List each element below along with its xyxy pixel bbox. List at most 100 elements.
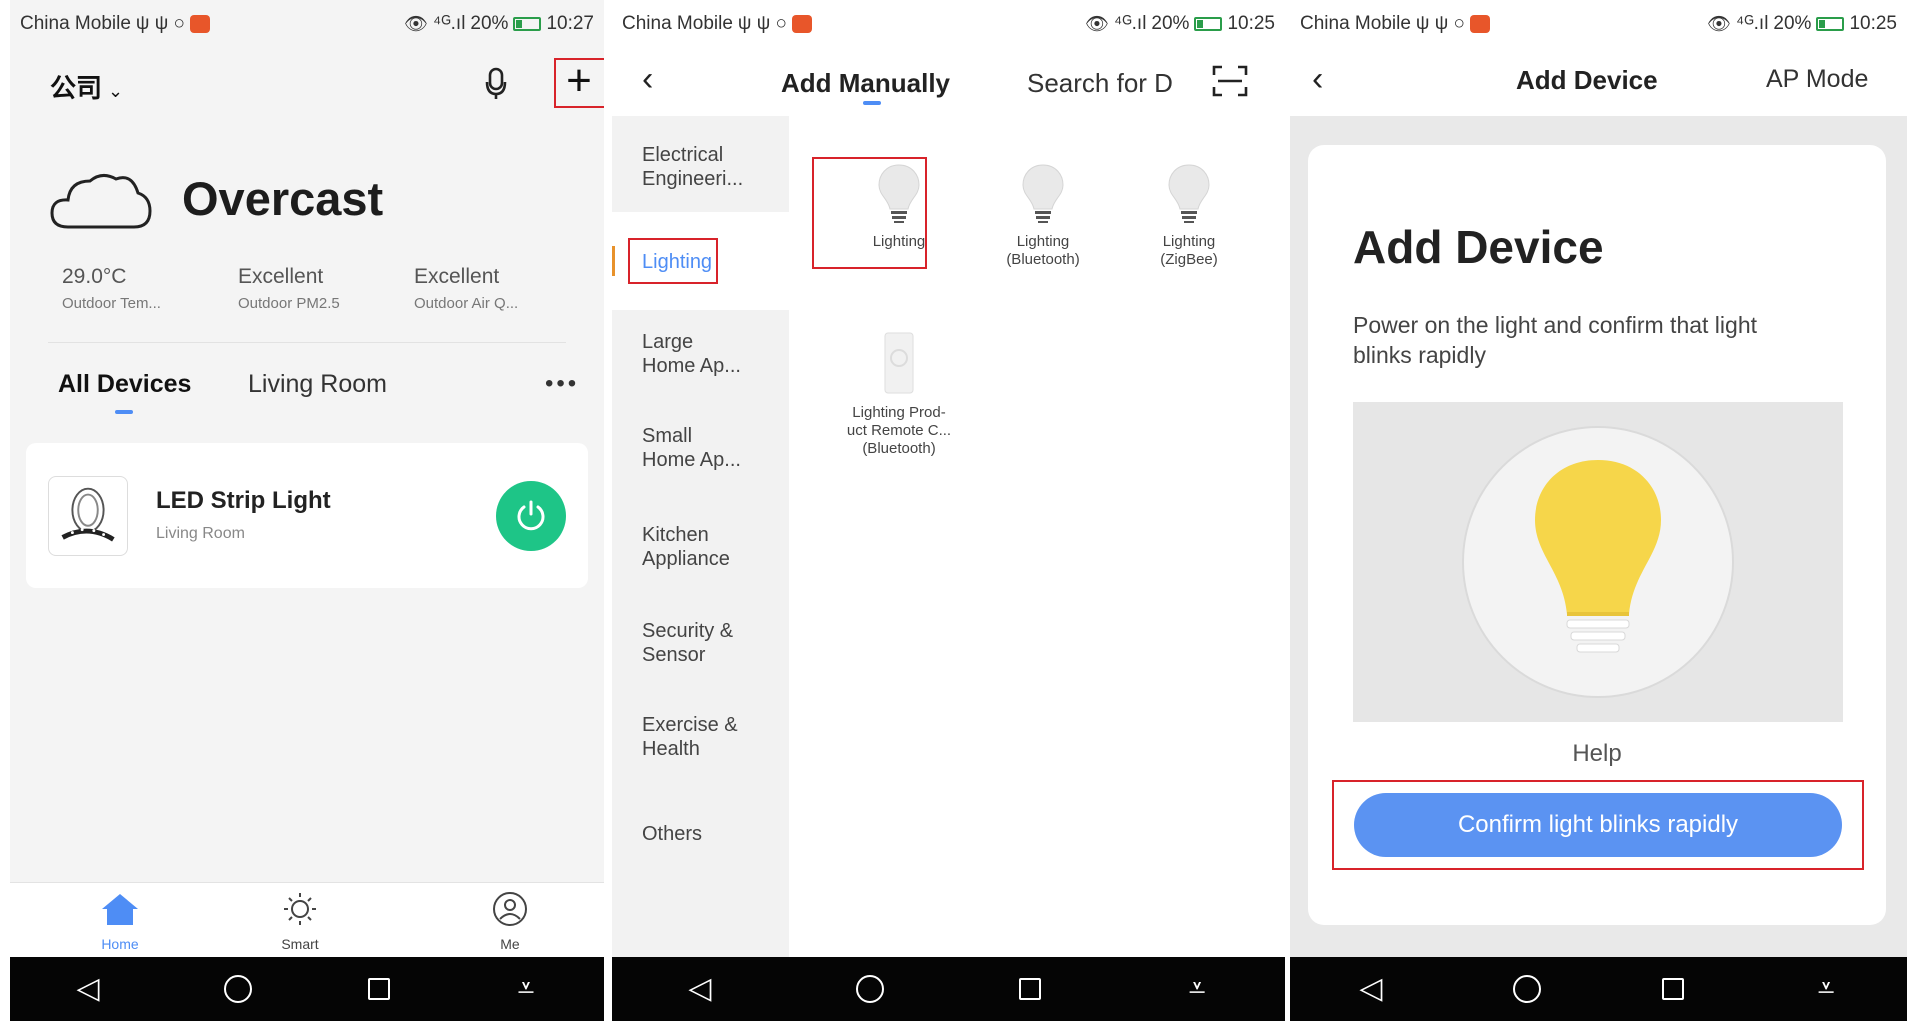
battery-percent: 20%	[470, 13, 509, 34]
power-button[interactable]	[496, 481, 566, 551]
stat-label: Outdoor Air Q...	[414, 295, 519, 312]
back-arrow-icon[interactable]: ‹	[642, 62, 653, 96]
home-header: 公司 ⌄ +	[10, 48, 604, 120]
clock: 10:25	[1849, 13, 1897, 34]
status-bar: China Mobile ψ ψ ○ 👁 ⁴ᴳ.ıl 20% 10:25	[1290, 0, 1907, 48]
system-nav-bar: ◁ ⩡	[612, 957, 1285, 1021]
highlight-box	[1332, 780, 1864, 870]
device-card[interactable]: LED Strip Light Living Room	[26, 443, 588, 588]
app-notification-icon	[792, 15, 813, 33]
system-nav-bar: ◁ ⩡	[1290, 957, 1907, 1021]
eye-icon: 👁	[1084, 14, 1110, 35]
bottom-tab-me[interactable]: Me	[450, 891, 570, 952]
back-triangle-icon[interactable]: ◁	[1351, 974, 1391, 1004]
bottom-tab-label: Home	[101, 936, 139, 952]
home-circle-icon[interactable]	[855, 975, 884, 1003]
product-label: Lighting Prod-	[852, 404, 946, 421]
eye-icon: 👁	[403, 14, 429, 35]
product-label: (ZigBee)	[1160, 251, 1218, 268]
battery-icon	[513, 17, 542, 31]
back-arrow-icon[interactable]: ‹	[1312, 62, 1323, 96]
category-others[interactable]: Others	[642, 822, 702, 846]
category-line: Kitchen	[642, 524, 709, 546]
home-circle-icon[interactable]	[224, 975, 252, 1003]
recents-square-icon[interactable]	[1662, 978, 1685, 1000]
home-icon	[102, 894, 138, 925]
home-name: 公司	[50, 73, 103, 103]
chevron-down-icon: ⌄	[108, 81, 124, 101]
weather-condition: Overcast	[182, 172, 384, 225]
category-line: Sensor	[642, 644, 706, 666]
category-line: Security &	[642, 620, 734, 642]
battery-icon	[1816, 17, 1845, 31]
ap-mode-link[interactable]: AP Mode	[1766, 65, 1868, 94]
product-label: (Bluetooth)	[862, 440, 936, 457]
back-triangle-icon[interactable]: ◁	[68, 974, 108, 1004]
product-label: (Bluetooth)	[1006, 251, 1080, 268]
signal-icon: ⁴ᴳ.ıl	[433, 13, 466, 34]
signal-icon: ⁴ᴳ.ıl	[1736, 13, 1769, 34]
bulb-icon	[1462, 426, 1734, 698]
battery-percent: 20%	[1773, 13, 1812, 34]
status-extra-icons: ψ ψ ○	[1415, 13, 1466, 34]
microphone-icon[interactable]	[485, 67, 507, 101]
system-nav-bar: ◁ ⩡	[10, 957, 604, 1021]
notification-pull-icon[interactable]: ⩡	[1806, 974, 1846, 1004]
category-line: Appliance	[642, 548, 730, 570]
clock: 10:27	[546, 13, 594, 34]
home-selector[interactable]: 公司 ⌄	[50, 68, 123, 105]
back-triangle-icon[interactable]: ◁	[680, 974, 720, 1004]
product-label: Lighting	[1162, 233, 1216, 250]
stat-label: Outdoor PM2.5	[238, 295, 340, 312]
category-electrical[interactable]: Electrical Engineeri...	[642, 143, 743, 191]
bottom-tab-home[interactable]: Home	[60, 891, 180, 952]
screen-add-manually: China Mobile ψ ψ ○ 👁 ⁴ᴳ.ıl 20% 10:25 ‹ A…	[612, 0, 1285, 1021]
bottom-tab-smart[interactable]: Smart	[240, 891, 360, 952]
category-line: Health	[642, 738, 700, 760]
product-lighting-bluetooth[interactable]: Lighting (Bluetooth)	[978, 163, 1108, 269]
category-line: Small	[642, 425, 693, 447]
category-line: Home Ap...	[642, 449, 741, 471]
device-name: LED Strip Light	[156, 487, 331, 514]
category-large-home[interactable]: Large Home Ap...	[642, 330, 741, 378]
sun-icon	[284, 893, 316, 925]
power-icon	[517, 500, 545, 531]
device-room: Living Room	[156, 525, 245, 542]
remote-control-icon	[884, 332, 914, 394]
category-exercise[interactable]: Exercise & Health	[642, 713, 738, 761]
led-strip-icon	[48, 476, 128, 556]
category-line: Exercise &	[642, 714, 738, 736]
category-security[interactable]: Security & Sensor	[642, 619, 733, 667]
search-tab[interactable]: Search for D	[1027, 68, 1173, 99]
home-circle-icon[interactable]	[1512, 975, 1541, 1003]
product-lighting-zigbee[interactable]: Lighting (ZigBee)	[1124, 163, 1254, 269]
notification-pull-icon[interactable]: ⩡	[506, 974, 546, 1004]
page-title[interactable]: Add Manually	[781, 68, 950, 99]
scan-icon[interactable]	[1212, 64, 1248, 98]
cloud-icon	[50, 174, 152, 229]
category-line: Engineeri...	[642, 168, 744, 190]
instruction-text: Power on the light and confirm that ligh…	[1353, 312, 1758, 368]
bulb-icon	[1022, 164, 1064, 223]
card-heading: Add Device	[1353, 221, 1604, 273]
bottom-tab-bar: Home Smart Me	[10, 882, 604, 960]
bottom-tab-label: Me	[500, 936, 520, 952]
tab-all-devices[interactable]: All Devices	[58, 370, 191, 399]
battery-percent: 20%	[1151, 13, 1190, 34]
recents-square-icon[interactable]	[368, 978, 390, 1000]
recents-square-icon[interactable]	[1019, 978, 1042, 1000]
help-link[interactable]: Help	[1308, 740, 1886, 768]
notification-pull-icon[interactable]: ⩡	[1177, 974, 1217, 1004]
category-small-home[interactable]: Small Home Ap...	[642, 424, 741, 472]
app-notification-icon	[1470, 15, 1491, 33]
product-lighting-remote[interactable]: Lighting Prod- uct Remote C... (Bluetoot…	[834, 332, 964, 458]
tab-living-room[interactable]: Living Room	[248, 370, 387, 399]
screen-add-device: China Mobile ψ ψ ○ 👁 ⁴ᴳ.ıl 20% 10:25 ‹ A…	[1290, 0, 1907, 1021]
tab-indicator	[863, 101, 881, 105]
category-kitchen[interactable]: Kitchen Appliance	[642, 523, 730, 571]
eye-icon: 👁	[1706, 14, 1732, 35]
category-line: Electrical	[642, 144, 724, 166]
more-icon[interactable]: •••	[545, 370, 579, 398]
carrier-label: China Mobile	[20, 13, 131, 34]
add-manually-header: ‹ Add Manually Search for D	[612, 48, 1285, 116]
